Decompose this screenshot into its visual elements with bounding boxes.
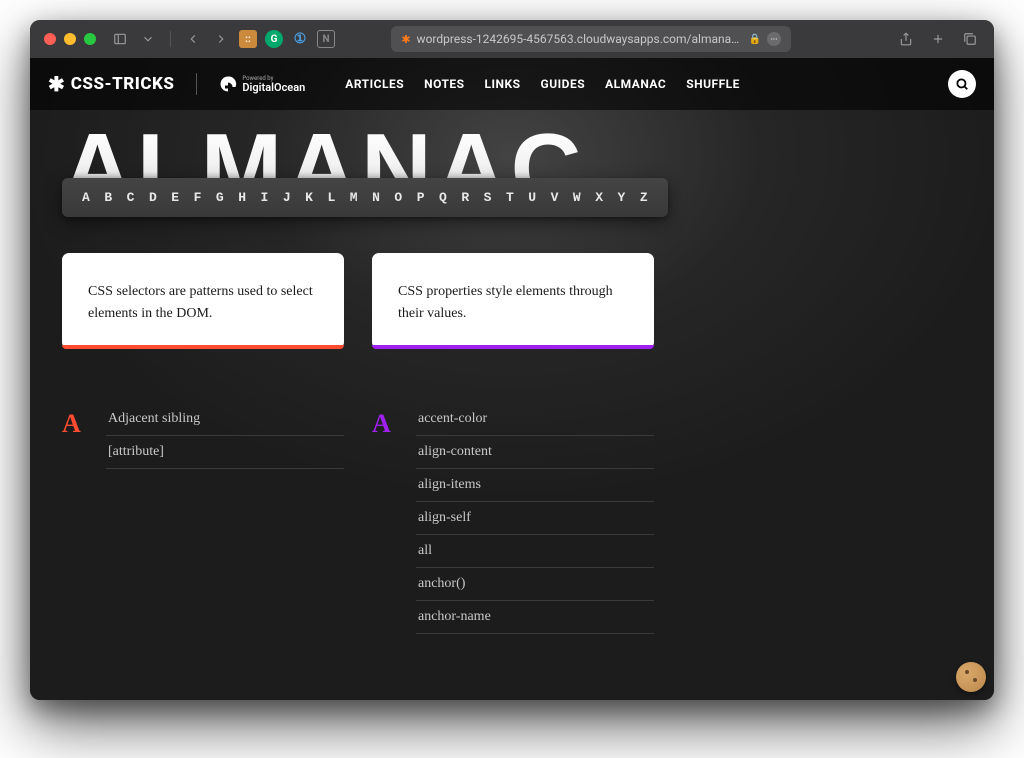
url-text: wordpress-1242695-4567563.cloudwaysapps.… bbox=[417, 32, 743, 46]
nav-shuffle[interactable]: SHUFFLE bbox=[686, 77, 740, 91]
alpha-link[interactable]: L bbox=[327, 190, 335, 205]
list-item[interactable]: accent-color bbox=[416, 409, 654, 436]
listings: A Adjacent sibling [attribute] A accent-… bbox=[30, 359, 994, 664]
list-item[interactable]: align-content bbox=[416, 436, 654, 469]
alpha-link[interactable]: R bbox=[461, 190, 469, 205]
properties-items: accent-color align-content align-items a… bbox=[416, 409, 654, 634]
alpha-link[interactable]: M bbox=[350, 190, 358, 205]
nav-almanac[interactable]: ALMANAC bbox=[605, 77, 666, 91]
maximize-window-button[interactable] bbox=[84, 33, 96, 45]
alpha-link[interactable]: G bbox=[216, 190, 224, 205]
alpha-link[interactable]: N bbox=[372, 190, 380, 205]
sidebar-toggle-icon[interactable] bbox=[110, 29, 130, 49]
page-viewport[interactable]: ✱ CSS-TRICKS Powered by DigitalOcean ART… bbox=[30, 58, 994, 700]
dropdown-chevron-icon[interactable] bbox=[138, 29, 158, 49]
alpha-link[interactable]: D bbox=[149, 190, 157, 205]
search-button[interactable] bbox=[948, 70, 976, 98]
site-header: ✱ CSS-TRICKS Powered by DigitalOcean ART… bbox=[30, 58, 994, 110]
alpha-link[interactable]: U bbox=[528, 190, 536, 205]
intro-cards: CSS selectors are patterns used to selec… bbox=[30, 217, 994, 358]
alpha-link[interactable]: S bbox=[484, 190, 492, 205]
alpha-link[interactable]: K bbox=[305, 190, 313, 205]
back-icon[interactable] bbox=[183, 29, 203, 49]
alpha-link[interactable]: F bbox=[194, 190, 202, 205]
window-controls bbox=[44, 33, 96, 45]
alpha-link[interactable]: J bbox=[283, 190, 291, 205]
properties-column: A accent-color align-content align-items… bbox=[372, 409, 654, 634]
nav-links[interactable]: LINKS bbox=[485, 77, 521, 91]
browser-toolbar: :: G ① N ✱ wordpress-1242695-4567563.clo… bbox=[30, 20, 994, 58]
selectors-column: A Adjacent sibling [attribute] bbox=[62, 409, 344, 634]
properties-card-text: CSS properties style elements through th… bbox=[398, 281, 628, 324]
nav-notes[interactable]: NOTES bbox=[424, 77, 464, 91]
alpha-link[interactable]: V bbox=[551, 190, 559, 205]
alpha-link[interactable]: Y bbox=[618, 190, 626, 205]
extension-icon-notion[interactable]: N bbox=[317, 30, 335, 48]
selectors-card[interactable]: CSS selectors are patterns used to selec… bbox=[62, 253, 344, 348]
forward-icon[interactable] bbox=[211, 29, 231, 49]
alpha-link[interactable]: W bbox=[573, 190, 581, 205]
alpha-link[interactable]: X bbox=[595, 190, 603, 205]
properties-card[interactable]: CSS properties style elements through th… bbox=[372, 253, 654, 348]
alpha-link[interactable]: A bbox=[82, 190, 90, 205]
list-item[interactable]: anchor-name bbox=[416, 601, 654, 634]
digitalocean-logo[interactable]: Powered by DigitalOcean bbox=[219, 75, 305, 93]
toolbar-divider bbox=[170, 31, 171, 47]
extension-icon-1[interactable]: :: bbox=[239, 30, 257, 48]
alpha-link[interactable]: H bbox=[238, 190, 246, 205]
close-window-button[interactable] bbox=[44, 33, 56, 45]
alphabet-nav: A B C D E F G H I J K L M N O P Q R S T bbox=[62, 178, 668, 217]
address-bar[interactable]: ✱ wordpress-1242695-4567563.cloudwaysapp… bbox=[391, 26, 791, 52]
selectors-letter-badge: A bbox=[62, 409, 88, 634]
site-favicon-icon: ✱ bbox=[401, 33, 410, 46]
search-icon bbox=[955, 77, 969, 91]
list-item[interactable]: all bbox=[416, 535, 654, 568]
alpha-link[interactable]: Z bbox=[640, 190, 648, 205]
alpha-link[interactable]: Q bbox=[439, 190, 447, 205]
alpha-link[interactable]: T bbox=[506, 190, 514, 205]
new-tab-icon[interactable] bbox=[928, 29, 948, 49]
list-item[interactable]: anchor() bbox=[416, 568, 654, 601]
alpha-link[interactable]: B bbox=[104, 190, 112, 205]
site-settings-icon[interactable] bbox=[767, 32, 781, 46]
alpha-link[interactable]: E bbox=[171, 190, 179, 205]
selectors-card-text: CSS selectors are patterns used to selec… bbox=[88, 281, 318, 324]
properties-letter-badge: A bbox=[372, 409, 398, 634]
list-item[interactable]: align-items bbox=[416, 469, 654, 502]
powered-by-brand: DigitalOcean bbox=[242, 82, 305, 93]
list-item[interactable]: align-self bbox=[416, 502, 654, 535]
list-item[interactable]: [attribute] bbox=[106, 436, 344, 469]
alpha-link[interactable]: C bbox=[127, 190, 135, 205]
brand-name: CSS-TRICKS bbox=[71, 74, 175, 94]
tabs-overview-icon[interactable] bbox=[960, 29, 980, 49]
browser-window: :: G ① N ✱ wordpress-1242695-4567563.clo… bbox=[30, 20, 994, 700]
hero: ALMANAC A B C D E F G H I J K L M N O P … bbox=[30, 110, 994, 217]
selectors-items: Adjacent sibling [attribute] bbox=[106, 409, 344, 634]
logo-separator bbox=[196, 73, 197, 95]
minimize-window-button[interactable] bbox=[64, 33, 76, 45]
digitalocean-icon bbox=[219, 75, 237, 93]
alpha-link[interactable]: O bbox=[394, 190, 402, 205]
site-logo[interactable]: ✱ CSS-TRICKS bbox=[48, 72, 174, 96]
lock-icon: 🔒 bbox=[749, 34, 761, 45]
share-icon[interactable] bbox=[896, 29, 916, 49]
nav-articles[interactable]: ARTICLES bbox=[345, 77, 404, 91]
nav-guides[interactable]: GUIDES bbox=[541, 77, 586, 91]
extension-icon-grammarly[interactable]: G bbox=[265, 30, 283, 48]
alpha-link[interactable]: I bbox=[261, 190, 269, 205]
list-item[interactable]: Adjacent sibling bbox=[106, 409, 344, 436]
main-nav: ARTICLES NOTES LINKS GUIDES ALMANAC SHUF… bbox=[345, 77, 740, 91]
extension-icon-3[interactable]: ① bbox=[291, 30, 309, 48]
alpha-link[interactable]: P bbox=[417, 190, 425, 205]
logo-asterisk-icon: ✱ bbox=[48, 72, 65, 96]
cookie-consent-icon[interactable] bbox=[956, 662, 986, 692]
